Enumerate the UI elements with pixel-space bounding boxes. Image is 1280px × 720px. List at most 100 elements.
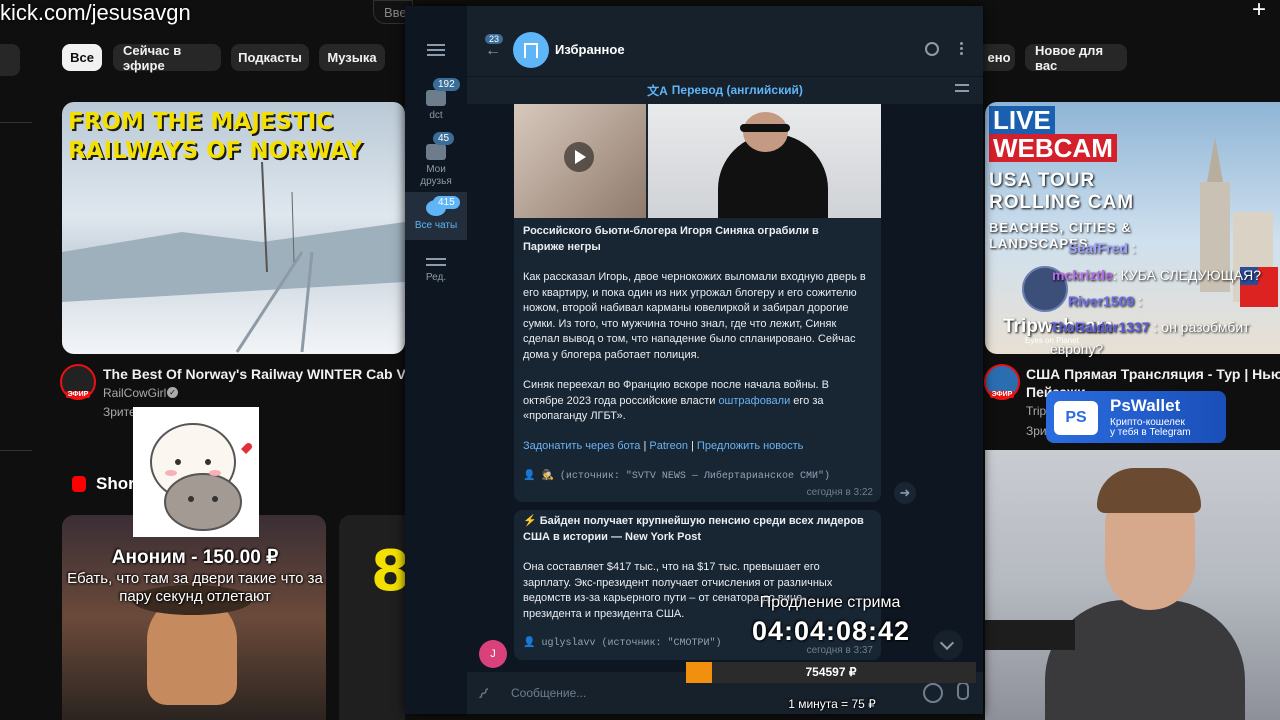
folder-label: Все чаты (414, 220, 458, 231)
message-bubble[interactable]: Российского бьюти-блогера Игоря Синяка о… (514, 104, 881, 502)
microphone (985, 620, 1075, 650)
chip-new[interactable]: Новое для вас (1025, 43, 1127, 73)
photo-face (743, 112, 788, 152)
video-thumbnail-norway[interactable]: FROM THE MAJESTIC RAILWAYS OF NORWAY (62, 102, 405, 354)
chip-recent[interactable]: ено (983, 44, 1015, 71)
back-arrow-icon[interactable]: ← (485, 42, 501, 60)
short-thumbnail-2[interactable]: 8 (339, 515, 405, 720)
microphone-icon[interactable] (957, 682, 969, 700)
pswallet-ad[interactable]: PS PsWallet Крипто-кошелек у тебя в Tele… (1046, 391, 1226, 443)
source-line: 👤 🕵 (источник: "SVTV NEWS — Либертарианс… (523, 471, 830, 482)
chat-username: TheRaider1337 (1050, 319, 1150, 335)
chip-music[interactable]: Музыка (319, 44, 385, 71)
chat-line-4: TheRaider1337 : он разобмбит (1050, 319, 1250, 335)
donate-link[interactable]: Задонатить через бота (523, 440, 640, 452)
chip-podcasts[interactable]: Подкасты (231, 44, 309, 71)
cat-sticker-icon (150, 423, 253, 531)
attach-icon[interactable]: ⌇ (473, 684, 493, 704)
emoji-icon[interactable] (923, 683, 943, 703)
channel-avatar-2[interactable]: ЭФИР (984, 364, 1020, 400)
search-icon[interactable] (925, 42, 939, 56)
folder-friends[interactable]: 45 Мои друзья (405, 132, 467, 194)
donation-sticker (133, 407, 259, 537)
play-button[interactable] (564, 142, 594, 172)
browser-url[interactable]: kick.com/jesusavgn (0, 0, 191, 26)
chat-message: : (1131, 240, 1136, 256)
message-headline-2: ⚡ Байден получает крупнейшую пенсию сред… (523, 515, 864, 543)
more-icon[interactable] (960, 42, 963, 45)
folder-icon (426, 144, 446, 160)
bookmark-icon (524, 42, 538, 58)
forward-icon[interactable]: ➜ (894, 482, 916, 504)
sidebar-divider (0, 122, 32, 123)
patreon-link[interactable]: Patreon (649, 440, 688, 452)
ad-subtitle-2: у тебя в Telegram (1110, 427, 1191, 438)
fine-link[interactable]: оштрафовали (718, 395, 790, 407)
channel-name-2[interactable]: Trip (1026, 404, 1046, 418)
video-title[interactable]: The Best Of Norway's Railway WINTER Cab … (103, 366, 405, 382)
create-icon[interactable]: + (1252, 0, 1276, 24)
short-number: 8 (371, 539, 405, 604)
pswallet-logo: PS (1054, 401, 1098, 435)
channel-name[interactable]: RailCowGirl (103, 386, 166, 400)
video-meta: Зрите (103, 405, 136, 419)
saved-messages-avatar[interactable] (513, 32, 549, 68)
sidebar-stub (0, 44, 20, 76)
donation-text: Ебать, что там за двери такие что за пар… (67, 570, 323, 605)
scroll-down-button[interactable] (933, 630, 963, 660)
message-paragraph-3: Она составляет $417 тыс., что на $17 тыс… (523, 561, 833, 620)
chat-message: : (1138, 293, 1142, 309)
chip-all[interactable]: Все (62, 44, 102, 71)
verified-icon: ✓ (167, 387, 178, 398)
extension-timer: 04:04:08:42 (751, 616, 911, 646)
message-headline: Российского бьюти-блогера Игоря Синяка о… (523, 225, 819, 253)
folder-label: Мои друзья (420, 164, 452, 187)
media-video[interactable] (514, 104, 646, 218)
translate-settings-icon[interactable] (955, 84, 969, 86)
folder-dct[interactable]: 192 dct (405, 78, 467, 130)
shorts-icon (72, 476, 86, 492)
chat-line-3: River1509 : (1068, 293, 1142, 309)
suggest-news-link[interactable]: Предложить новость (697, 440, 803, 452)
translate-label: Перевод (английский) (671, 83, 803, 97)
streamer-body (1045, 600, 1245, 720)
streamer-webcam (985, 450, 1280, 720)
folder-edit[interactable]: Ред. (405, 258, 467, 298)
progress-amount: 754597 ₽ (805, 665, 857, 679)
chat-username: SeafFred (1068, 240, 1128, 256)
messages-area: Российского бьюти-блогера Игоря Синяка о… (467, 104, 983, 672)
media-photo[interactable] (648, 104, 881, 218)
folder-sidebar: 192 dct 45 Мои друзья 415 Все чаты Ред. (405, 6, 467, 714)
live-badge-2: ЭФИР (989, 391, 1015, 398)
folder-icon (426, 90, 446, 106)
sender-avatar[interactable]: J (479, 640, 507, 668)
links-row: Задонатить через бота | Patreon | Предло… (523, 440, 804, 452)
chat-username: River1509 (1068, 293, 1135, 309)
video-title-2[interactable]: США Прямая Трансляция - Тур | Нью-Йо (1026, 366, 1280, 382)
video-meta-2: Зри (1026, 424, 1047, 438)
rate-text: 1 минута = 75 ₽ (788, 697, 876, 711)
menu-icon[interactable] (427, 44, 445, 46)
chat-line-1: SeafFred : (1068, 240, 1136, 256)
message-input[interactable]: Сообщение... (511, 686, 586, 700)
translate-icon: 文A (647, 83, 668, 98)
chat-message: : он разобмбит (1153, 319, 1250, 335)
folder-badge: 415 (433, 196, 460, 209)
folder-badge: 192 (433, 78, 460, 91)
streamer-hair (1097, 468, 1201, 513)
sidebar-divider-2 (0, 450, 32, 451)
channel-avatar[interactable]: ЭФИР (60, 364, 96, 400)
chat-line-2: mckriztle: КУБА СЛЕДУЮЩАЯ? (1052, 267, 1261, 283)
shorts-heading: Shor (96, 474, 135, 493)
message-paragraph: Как рассказал Игорь, двое чернокожих выл… (523, 271, 866, 361)
live-badge: ЭФИР (65, 391, 91, 398)
unread-badge: 23 (485, 34, 504, 44)
folder-all-chats[interactable]: 415 Все чаты (405, 192, 467, 240)
chip-live[interactable]: Сейчас в эфире (113, 43, 221, 73)
ad-title: PsWallet (1110, 396, 1181, 415)
settings-sliders-icon (426, 258, 446, 260)
translate-bar[interactable]: 文A Перевод (английский) (467, 76, 983, 104)
photo-glasses (740, 124, 790, 132)
chat-title[interactable]: Избранное (555, 42, 625, 57)
video-thumbnail-usa[interactable]: LIVE WEBCAM USA TOUR ROLLING CAM BEACHES… (985, 102, 1280, 354)
